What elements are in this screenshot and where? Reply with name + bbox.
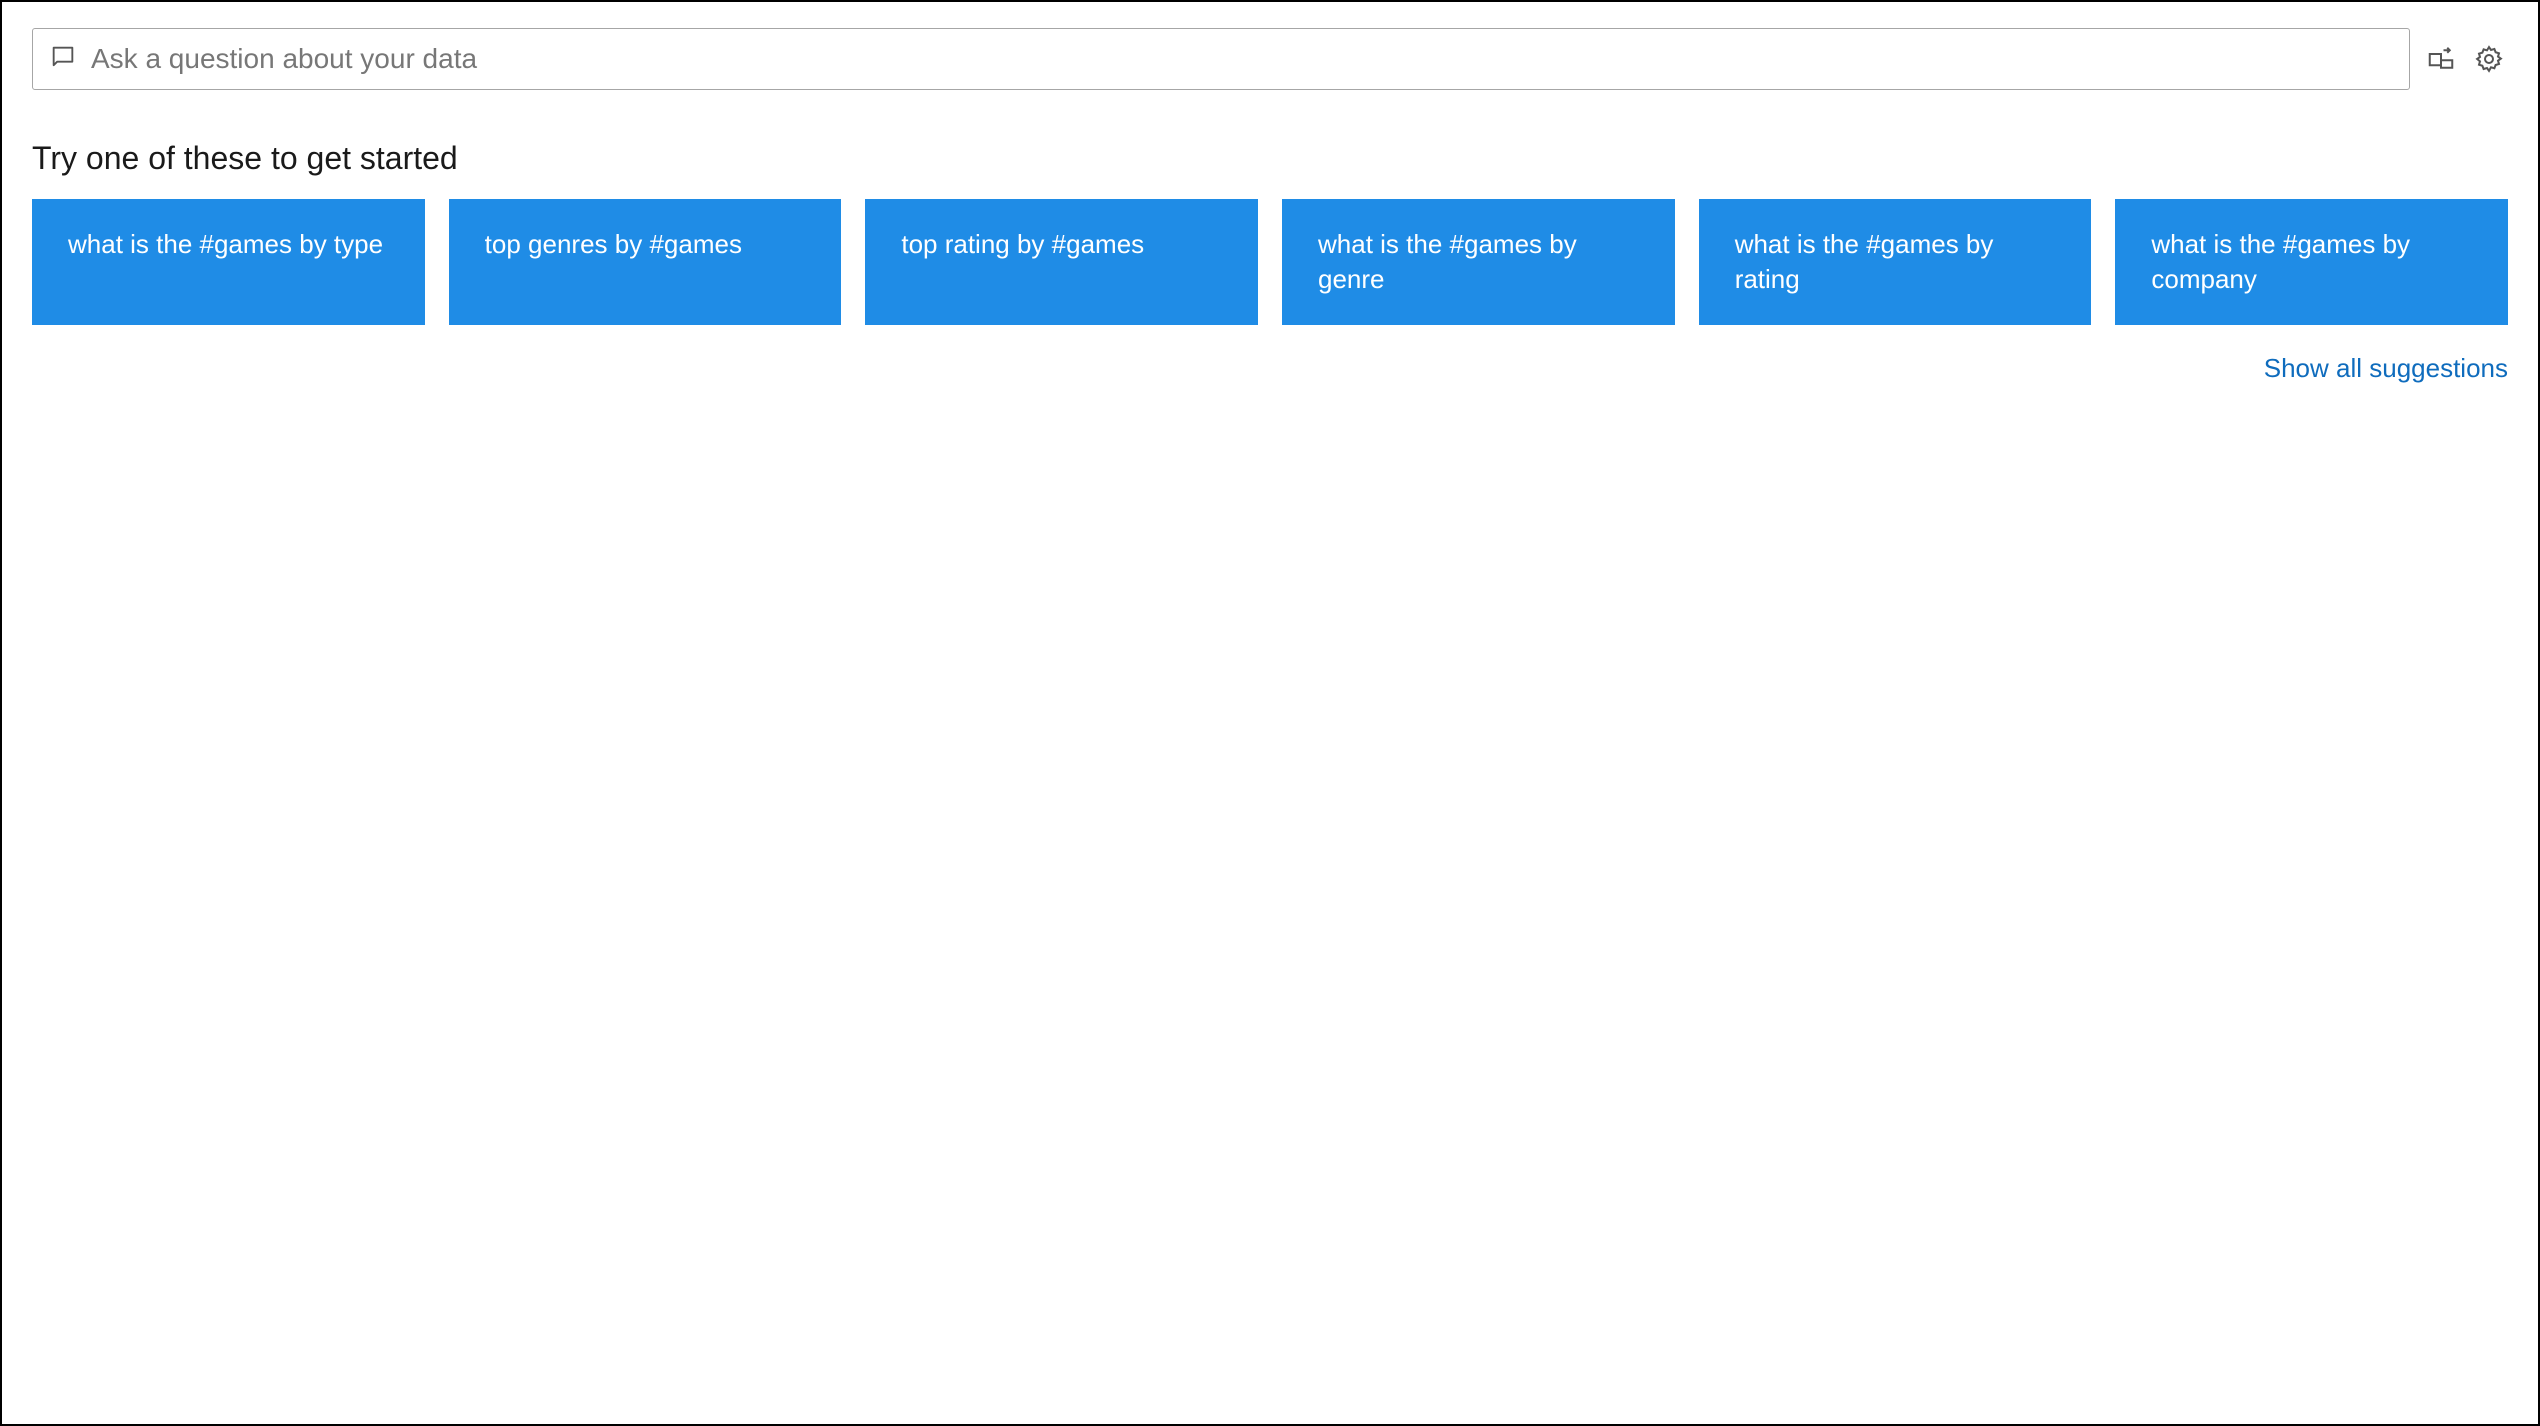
suggestion-card-label: top rating by #games [901, 227, 1144, 262]
suggestion-card[interactable]: top genres by #games [449, 199, 842, 325]
suggestion-card[interactable]: what is the #games by company [2115, 199, 2508, 325]
question-input[interactable] [91, 43, 2393, 75]
qna-panel: Try one of these to get started what is … [0, 0, 2540, 1426]
chat-icon [49, 43, 77, 76]
search-box[interactable] [32, 28, 2410, 90]
suggestion-card-label: top genres by #games [485, 227, 742, 262]
suggestion-card-label: what is the #games by type [68, 227, 383, 262]
suggestion-card-label: what is the #games by genre [1318, 227, 1639, 297]
show-all-row: Show all suggestions [32, 353, 2508, 384]
toolbar-icons [2422, 40, 2508, 78]
suggestion-cards: what is the #games by type top genres by… [32, 199, 2508, 325]
convert-visual-icon [2426, 44, 2456, 74]
suggestion-card[interactable]: what is the #games by rating [1699, 199, 2092, 325]
show-all-suggestions-link[interactable]: Show all suggestions [2264, 353, 2508, 383]
settings-button[interactable] [2470, 40, 2508, 78]
suggestion-card[interactable]: top rating by #games [865, 199, 1258, 325]
suggestion-card-label: what is the #games by rating [1735, 227, 2056, 297]
suggestion-card[interactable]: what is the #games by genre [1282, 199, 1675, 325]
convert-visual-button[interactable] [2422, 40, 2460, 78]
suggestions-heading: Try one of these to get started [32, 140, 2508, 177]
suggestion-card-label: what is the #games by company [2151, 227, 2472, 297]
suggestion-card[interactable]: what is the #games by type [32, 199, 425, 325]
search-row [32, 28, 2508, 90]
gear-icon [2474, 44, 2504, 74]
